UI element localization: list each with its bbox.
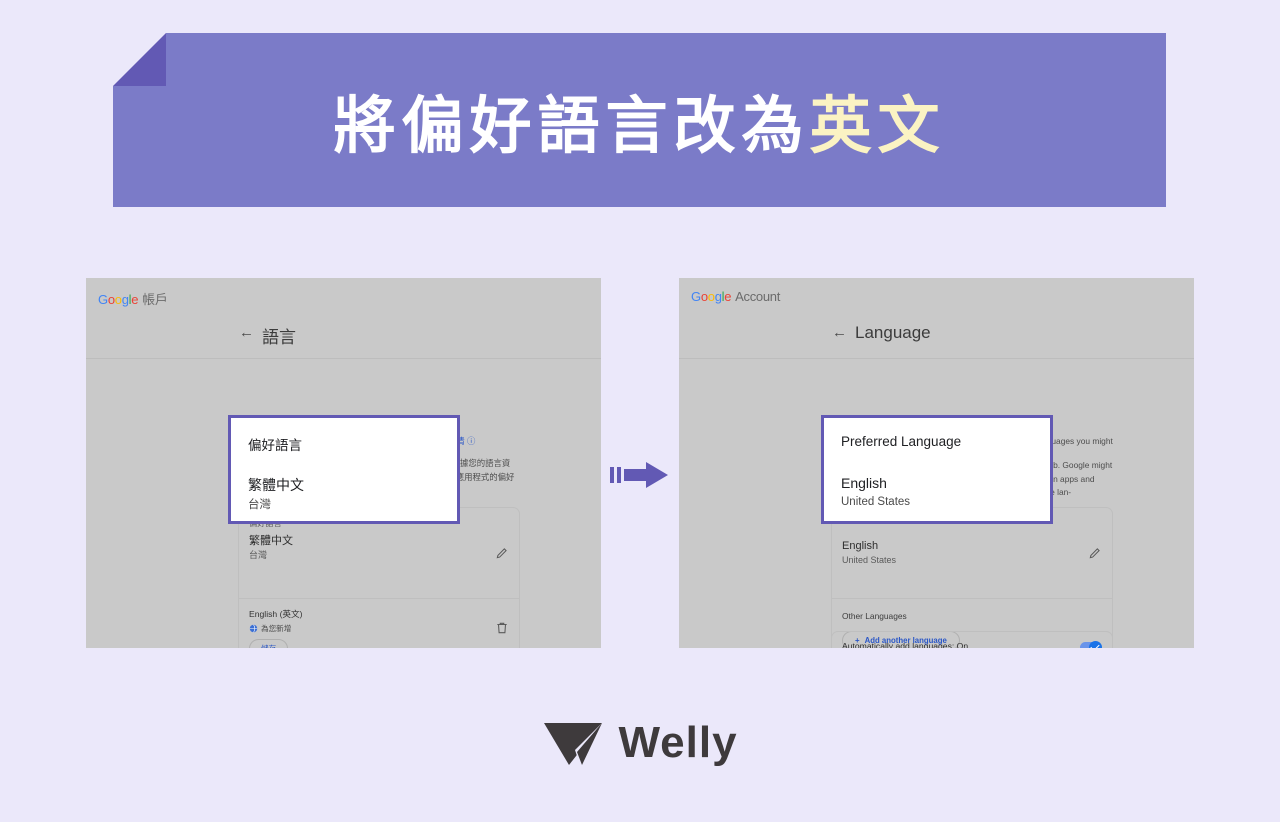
page-title-right: Language bbox=[855, 323, 931, 342]
logo-product-name-left: 帳戶 bbox=[142, 292, 168, 307]
banner-title-highlight: 英文 bbox=[809, 92, 946, 161]
highlight-language-region-right: United States bbox=[841, 496, 911, 508]
save-button-1-left[interactable]: 儲存 bbox=[249, 639, 289, 648]
pencil-icon[interactable] bbox=[495, 546, 509, 560]
highlight-title-right: Preferred Language bbox=[841, 434, 962, 449]
logo-letter-g: G bbox=[98, 292, 108, 307]
paper-plane-icon bbox=[544, 723, 603, 765]
banner-title: 將偏好語言改為 英文 bbox=[113, 33, 1166, 207]
highlight-box-preferred-language-chinese: 偏好語言 繁體中文 台灣 bbox=[228, 415, 460, 524]
language-card-left: 偏好語言 繁體中文 台灣 English (英文) 為您新增 儲存 bbox=[238, 507, 520, 648]
trash-icon[interactable] bbox=[495, 621, 509, 635]
logo-letter-e: e bbox=[131, 292, 139, 307]
highlight-language-name-left: 繁體中文 bbox=[248, 477, 304, 493]
highlight-title-left: 偏好語言 bbox=[248, 438, 302, 453]
auto-add-languages-row: Automatically add languages: On Google w… bbox=[832, 632, 1112, 648]
check-icon bbox=[1090, 641, 1100, 648]
page-header-left: ← 語言 bbox=[86, 318, 601, 359]
banner-title-main: 將偏好語言改為 bbox=[333, 92, 810, 161]
back-arrow-icon-left[interactable]: ← bbox=[239, 324, 254, 341]
logo-letter-g: G bbox=[691, 289, 701, 304]
google-account-logo-left: Google 帳戶 bbox=[98, 289, 168, 308]
auto-add-languages-card: Automatically add languages: On Google w… bbox=[831, 631, 1113, 648]
other-language-row-1-left: English (英文) 為您新增 儲存 bbox=[239, 599, 519, 648]
preferred-language-region-left: 台灣 bbox=[249, 549, 268, 560]
welly-wordmark: Welly bbox=[618, 718, 738, 767]
logo-letter-e: e bbox=[724, 289, 732, 304]
globe-icon bbox=[249, 624, 258, 633]
google-topbar-right: Google Account bbox=[679, 278, 1194, 318]
other-language-name-1-left: English (英文) bbox=[249, 609, 303, 619]
logo-letter-o1: o bbox=[700, 289, 708, 304]
logo-letter-g2: g bbox=[714, 289, 722, 304]
preferred-language-name-right: English bbox=[842, 540, 879, 552]
logo-letter-g2: g bbox=[121, 292, 129, 307]
logo-letter-o1: o bbox=[107, 292, 115, 307]
logo-letter-o2: o bbox=[707, 289, 715, 304]
logo-product-name-right: Account bbox=[735, 289, 781, 304]
arrow-right-icon bbox=[610, 462, 670, 488]
language-card-right: English United States Other Languages + … bbox=[831, 507, 1113, 648]
google-topbar-left: Google 帳戶 bbox=[86, 278, 601, 318]
other-language-note-text-1-left: 為您新增 bbox=[261, 624, 292, 633]
google-account-logo-right: Google Account bbox=[691, 289, 780, 304]
page-header-right: ← Language bbox=[679, 318, 1194, 359]
welly-logo: Welly bbox=[0, 718, 1280, 768]
page-title-left: 語言 bbox=[262, 328, 296, 347]
back-arrow-icon-right[interactable]: ← bbox=[832, 324, 847, 341]
pencil-icon[interactable] bbox=[1088, 546, 1102, 560]
highlight-language-region-left: 台灣 bbox=[248, 499, 271, 511]
preferred-language-region-right: United States bbox=[842, 554, 897, 565]
logo-letter-o2: o bbox=[114, 292, 122, 307]
auto-add-languages-toggle[interactable] bbox=[1080, 641, 1102, 648]
preferred-language-name-left: 繁體中文 bbox=[249, 535, 293, 547]
highlight-box-preferred-language-english: Preferred Language English United States bbox=[821, 415, 1053, 524]
highlight-language-name-right: English bbox=[841, 475, 887, 491]
other-languages-label-right: Other Languages bbox=[842, 611, 907, 621]
other-language-note-1-left: 為您新增 bbox=[249, 623, 509, 634]
auto-add-languages-title: Automatically add languages: On bbox=[842, 641, 969, 648]
